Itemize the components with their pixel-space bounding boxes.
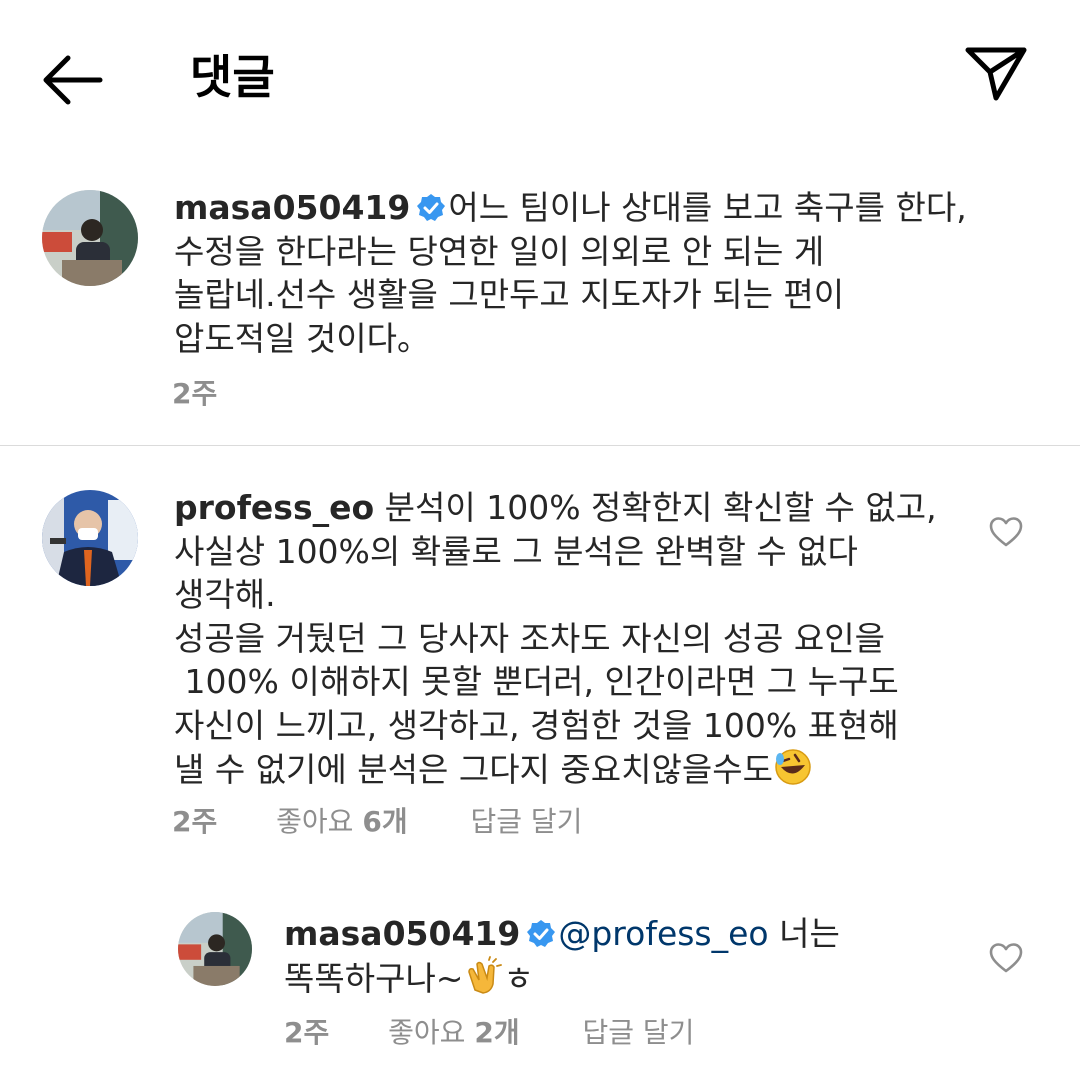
likes-count-button[interactable]: 좋아요 6개 — [276, 802, 407, 842]
likes-count: 6개 — [362, 805, 408, 838]
like-button[interactable] — [989, 942, 1023, 974]
comment-line: 놀랍네.선수 생활을 그만두고 지도자가 되는 편이 — [174, 275, 845, 314]
comment-username[interactable]: profess_eo — [174, 488, 374, 527]
comment-line: 수정을 한다라는 당연한 일이 의외로 안 되는 게 — [174, 231, 825, 271]
clapping-hands-emoji-icon — [468, 955, 503, 994]
reply-button[interactable]: 답글 달기 — [583, 1013, 695, 1053]
page-title: 댓글 — [190, 50, 275, 104]
avatar[interactable] — [42, 490, 138, 586]
reply-button[interactable]: 답글 달기 — [471, 802, 583, 842]
comment-username[interactable]: masa050419 — [284, 914, 520, 953]
mention-link[interactable]: @profess_eo — [558, 914, 768, 953]
avatar[interactable] — [42, 190, 138, 286]
comment-line: 압도적일 것이다。 — [174, 318, 431, 358]
avatar-photo — [42, 190, 138, 286]
likes-count-button[interactable]: 좋아요 2개 — [388, 1013, 519, 1053]
comment-2-meta: 2주 좋아요 6개 답글 달기 — [172, 802, 582, 842]
likes-label: 좋아요 — [388, 1016, 466, 1049]
comment-1-meta: 2주 — [172, 374, 217, 414]
comment-line: ㅎ — [503, 958, 534, 998]
comment-username[interactable]: masa050419 — [174, 188, 410, 227]
likes-count: 2개 — [474, 1016, 520, 1049]
comment-line: 똑똑하구나~ — [284, 958, 464, 998]
comment-line: 낼 수 없기에 분석은 그다지 중요치않을수도 — [174, 750, 773, 789]
back-button[interactable] — [38, 50, 108, 110]
comment-time: 2주 — [172, 377, 218, 410]
comment-line: 성공을 거뒀던 그 당사자 조차도 자신의 성공 요인을 — [174, 618, 885, 658]
comment-line: 사실상 100%의 확률로 그 분석은 완벽할 수 없다 — [174, 531, 858, 571]
divider — [0, 445, 1080, 446]
paper-plane-icon — [965, 47, 1027, 101]
comment-line: 분석이 100% 정확한지 확신할 수 없고, — [384, 488, 937, 527]
reply-meta: 2주 좋아요 2개 답글 달기 — [284, 1013, 694, 1053]
back-arrow-icon — [43, 55, 103, 105]
avatar[interactable] — [178, 912, 252, 986]
comment-time: 2주 — [172, 805, 218, 838]
heart-icon — [989, 517, 1023, 547]
comment-2-text: profess_eo 분석이 100% 정확한지 확신할 수 없고, 사실상 1… — [174, 486, 974, 792]
comment-line: 100% 이해하지 못할 뿐더러, 인간이라면 그 누구도 — [174, 662, 899, 701]
verified-badge-icon — [527, 920, 556, 947]
reply-text: masa050419 @profess_eo 너는 똑똑하구나~ ㅎ — [284, 912, 964, 1000]
comment-time: 2주 — [284, 1016, 330, 1049]
verified-badge-icon — [417, 194, 446, 221]
rolling-on-floor-laughing-emoji-icon — [775, 749, 811, 785]
share-button[interactable] — [962, 42, 1032, 106]
likes-label: 좋아요 — [276, 805, 354, 838]
comment-line: 자신이 느끼고, 생각하고, 경험한 것을 100% 표현해 — [174, 705, 899, 745]
comment-line: 생각해. — [174, 575, 276, 614]
avatar-photo — [178, 912, 252, 986]
comment-line: 너는 — [768, 914, 840, 953]
header: 댓글 — [0, 0, 1080, 150]
heart-icon — [989, 943, 1023, 973]
comment-line: 어느 팀이나 상대를 보고 축구를 한다, — [448, 188, 967, 227]
comment-1-text: masa050419 어느 팀이나 상대를 보고 축구를 한다, 수정을 한다라는… — [174, 186, 1034, 360]
avatar-photo — [42, 490, 138, 586]
like-button[interactable] — [989, 516, 1023, 548]
